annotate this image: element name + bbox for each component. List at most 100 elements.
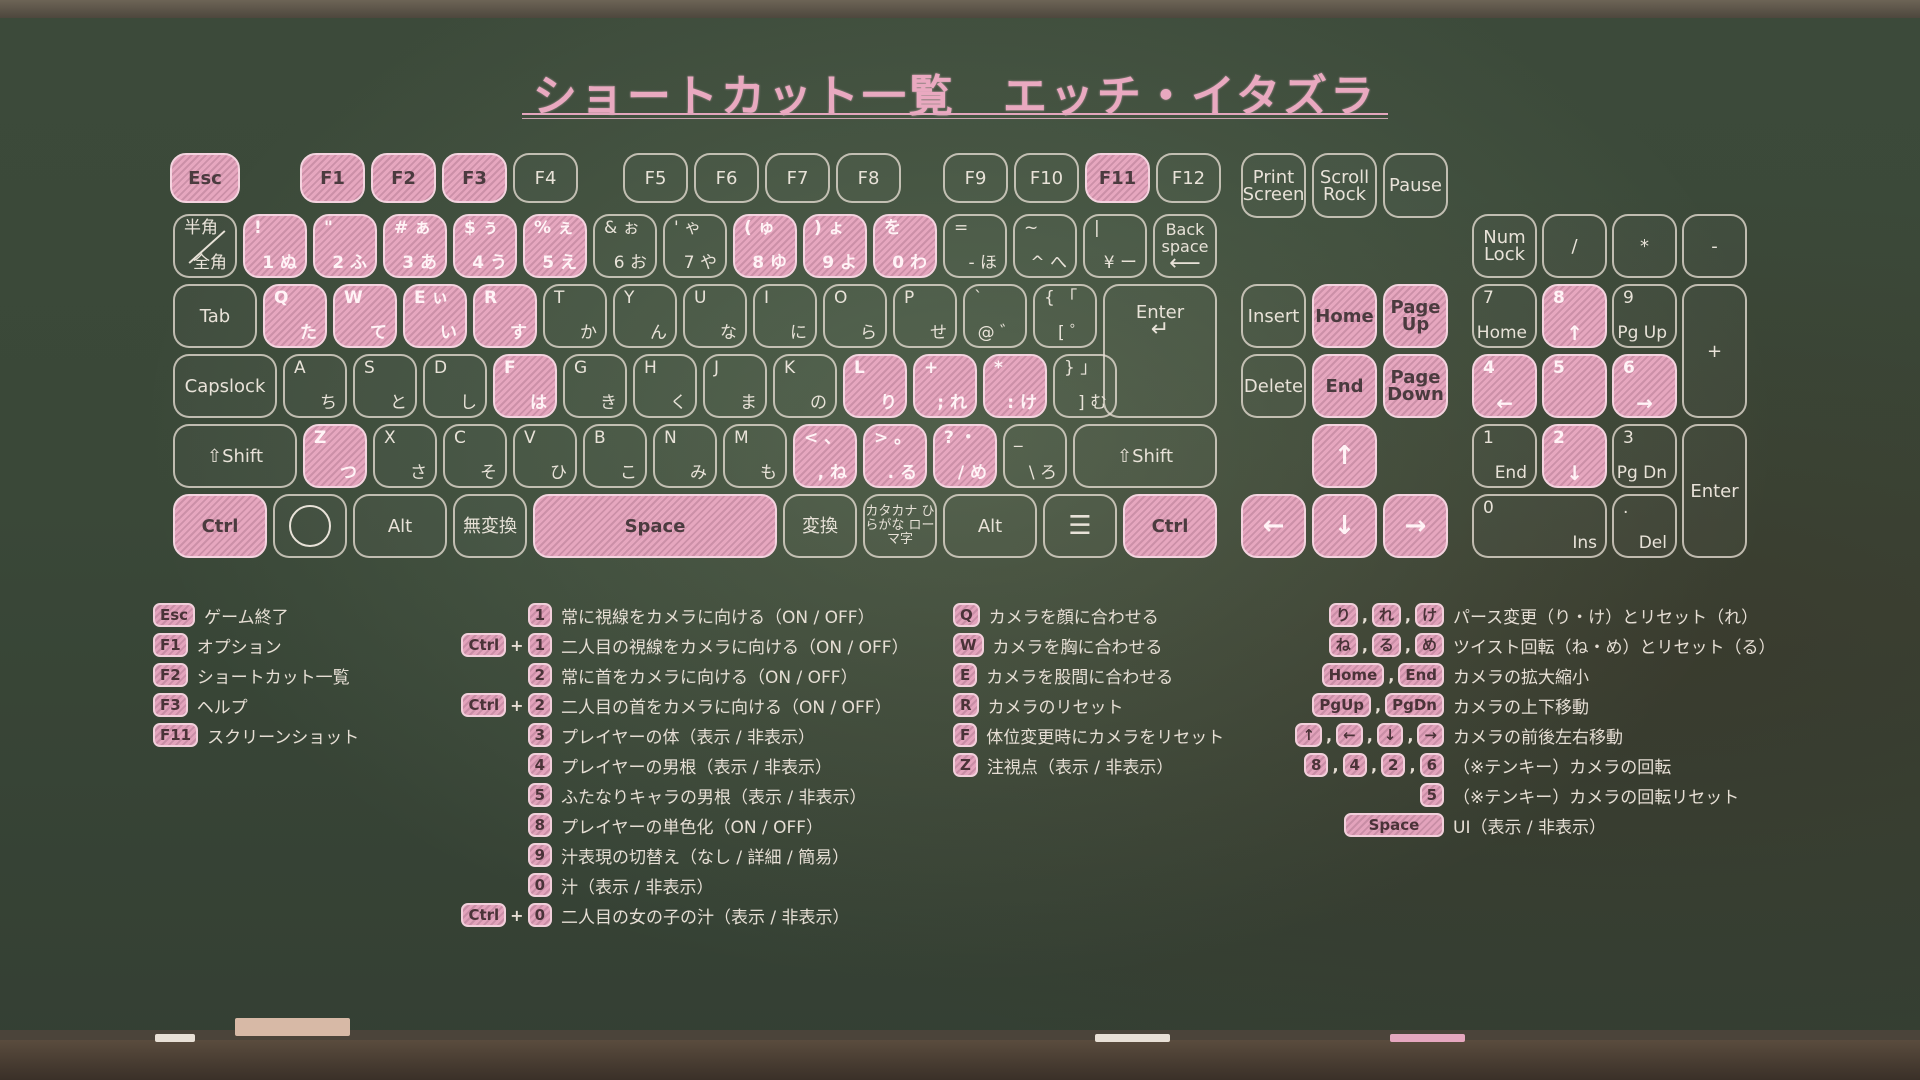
- key-page-up[interactable]: Page Up: [1383, 284, 1448, 348]
- key-v[interactable]: Vひ: [513, 424, 577, 488]
- key-f11[interactable]: F11: [1085, 153, 1150, 203]
- key-p[interactable]: Pせ: [893, 284, 957, 348]
- key-d5[interactable]: % ぇ 5 え: [523, 214, 587, 278]
- key-d8[interactable]: ( ゅ 8 ゆ: [733, 214, 797, 278]
- key-n2[interactable]: 2 ↓: [1542, 424, 1607, 488]
- key-num-enter[interactable]: Enter: [1682, 424, 1747, 558]
- key-y[interactable]: Yん: [613, 284, 677, 348]
- key-f10[interactable]: F10: [1014, 153, 1079, 203]
- key-lbracket[interactable]: { 「 [ ゜: [1033, 284, 1097, 348]
- key-n7[interactable]: 7 Home: [1472, 284, 1537, 348]
- key-g[interactable]: Gき: [563, 354, 627, 418]
- key-n6[interactable]: 6 →: [1612, 354, 1677, 418]
- key-menu[interactable]: ☰: [1043, 494, 1117, 558]
- key-enter[interactable]: Enter ↵: [1103, 284, 1217, 418]
- key-z[interactable]: Zつ: [303, 424, 367, 488]
- key-x[interactable]: Xさ: [373, 424, 437, 488]
- key-i[interactable]: Iに: [753, 284, 817, 348]
- key-lshift[interactable]: ⇧Shift: [173, 424, 297, 488]
- key-num-div[interactable]: /: [1542, 214, 1607, 278]
- key-caret[interactable]: ~ ^ へ: [1013, 214, 1077, 278]
- key-e[interactable]: E ぃい: [403, 284, 467, 348]
- key-left[interactable]: ←: [1241, 494, 1306, 558]
- key-c[interactable]: Cそ: [443, 424, 507, 488]
- key-lctrl[interactable]: Ctrl: [173, 494, 267, 558]
- key-t[interactable]: Tか: [543, 284, 607, 348]
- key-scroll-lock[interactable]: Scroll Rock: [1312, 153, 1377, 218]
- key-s[interactable]: Sと: [353, 354, 417, 418]
- key-rbracket[interactable]: } 」] む: [1053, 354, 1117, 418]
- key-ndot[interactable]: . Del: [1612, 494, 1677, 558]
- key-u[interactable]: Uな: [683, 284, 747, 348]
- key-o[interactable]: Oら: [823, 284, 887, 348]
- key-num-mul[interactable]: *: [1612, 214, 1677, 278]
- key-l[interactable]: Lり: [843, 354, 907, 418]
- key-d6[interactable]: & ぉ 6 お: [593, 214, 657, 278]
- key-colon[interactable]: *: け: [983, 354, 1047, 418]
- key-d0[interactable]: を 0 わ: [873, 214, 937, 278]
- key-tab[interactable]: Tab: [173, 284, 257, 348]
- key-bslash[interactable]: _ \ ろ: [1003, 424, 1067, 488]
- key-q[interactable]: Qた: [263, 284, 327, 348]
- key-n5[interactable]: 5: [1542, 354, 1607, 418]
- key-yen[interactable]: | ¥ ー: [1083, 214, 1147, 278]
- key-f5[interactable]: F5: [623, 153, 688, 203]
- key-n9[interactable]: 9 Pg Up: [1612, 284, 1677, 348]
- key-n4[interactable]: 4 ←: [1472, 354, 1537, 418]
- key-f2[interactable]: F2: [371, 153, 436, 203]
- key-comma[interactable]: < 、 , ね: [793, 424, 857, 488]
- key-f4[interactable]: F4: [513, 153, 578, 203]
- key-d7[interactable]: ' ゃ 7 や: [663, 214, 727, 278]
- key-period[interactable]: > 。 . る: [863, 424, 927, 488]
- key-j[interactable]: Jま: [703, 354, 767, 418]
- key-f3[interactable]: F3: [442, 153, 507, 203]
- key-num-lock[interactable]: Num Lock: [1472, 214, 1537, 278]
- key-f7[interactable]: F7: [765, 153, 830, 203]
- key-d1[interactable]: ! 1 ぬ: [243, 214, 307, 278]
- key-f1[interactable]: F1: [300, 153, 365, 203]
- key-minus[interactable]: = - ほ: [943, 214, 1007, 278]
- key-rshift[interactable]: ⇧Shift: [1073, 424, 1217, 488]
- key-down[interactable]: ↓: [1312, 494, 1377, 558]
- key-f6[interactable]: F6: [694, 153, 759, 203]
- key-r[interactable]: Rす: [473, 284, 537, 348]
- key-n1[interactable]: 1 End: [1472, 424, 1537, 488]
- key-d3[interactable]: # ぁ 3 あ: [383, 214, 447, 278]
- key-page-down[interactable]: Page Down: [1383, 354, 1448, 418]
- key-end[interactable]: End: [1312, 354, 1377, 418]
- key-delete[interactable]: Delete: [1241, 354, 1306, 418]
- key-lalt[interactable]: Alt: [353, 494, 447, 558]
- key-hankaku[interactable]: 半角 全角: [173, 214, 237, 278]
- key-num-add[interactable]: +: [1682, 284, 1747, 418]
- key-d4[interactable]: $ ぅ 4 う: [453, 214, 517, 278]
- key-f9[interactable]: F9: [943, 153, 1008, 203]
- key-home[interactable]: Home: [1312, 284, 1377, 348]
- key-ralt[interactable]: Alt: [943, 494, 1037, 558]
- key-muhenkan[interactable]: 無変換: [453, 494, 527, 558]
- key-space[interactable]: Space: [533, 494, 777, 558]
- key-a[interactable]: Aち: [283, 354, 347, 418]
- key-slash[interactable]: ? ・ / め: [933, 424, 997, 488]
- key-f[interactable]: Fは: [493, 354, 557, 418]
- key-m[interactable]: Mも: [723, 424, 787, 488]
- key-capslock[interactable]: Capslock: [173, 354, 277, 418]
- key-n8[interactable]: 8 ↑: [1542, 284, 1607, 348]
- key-h[interactable]: Hく: [633, 354, 697, 418]
- key-kana[interactable]: カタカナ ひらがな ローマ字: [863, 494, 937, 558]
- key-rctrl[interactable]: Ctrl: [1123, 494, 1217, 558]
- key-right[interactable]: →: [1383, 494, 1448, 558]
- key-b[interactable]: Bこ: [583, 424, 647, 488]
- key-semi[interactable]: + ; れ: [913, 354, 977, 418]
- key-up[interactable]: ↑: [1312, 424, 1377, 488]
- key-num-sub[interactable]: -: [1682, 214, 1747, 278]
- key-print-screen[interactable]: Print Screen: [1241, 153, 1306, 218]
- key-f12[interactable]: F12: [1156, 153, 1221, 203]
- key-d9[interactable]: ) ょ 9 よ: [803, 214, 867, 278]
- key-pause[interactable]: Pause: [1383, 153, 1448, 218]
- key-win[interactable]: [273, 494, 347, 558]
- key-backspace[interactable]: Back space ⟵: [1153, 214, 1217, 278]
- key-n[interactable]: Nみ: [653, 424, 717, 488]
- key-d2[interactable]: " 2 ふ: [313, 214, 377, 278]
- key-esc[interactable]: Esc: [170, 153, 240, 203]
- key-k[interactable]: Kの: [773, 354, 837, 418]
